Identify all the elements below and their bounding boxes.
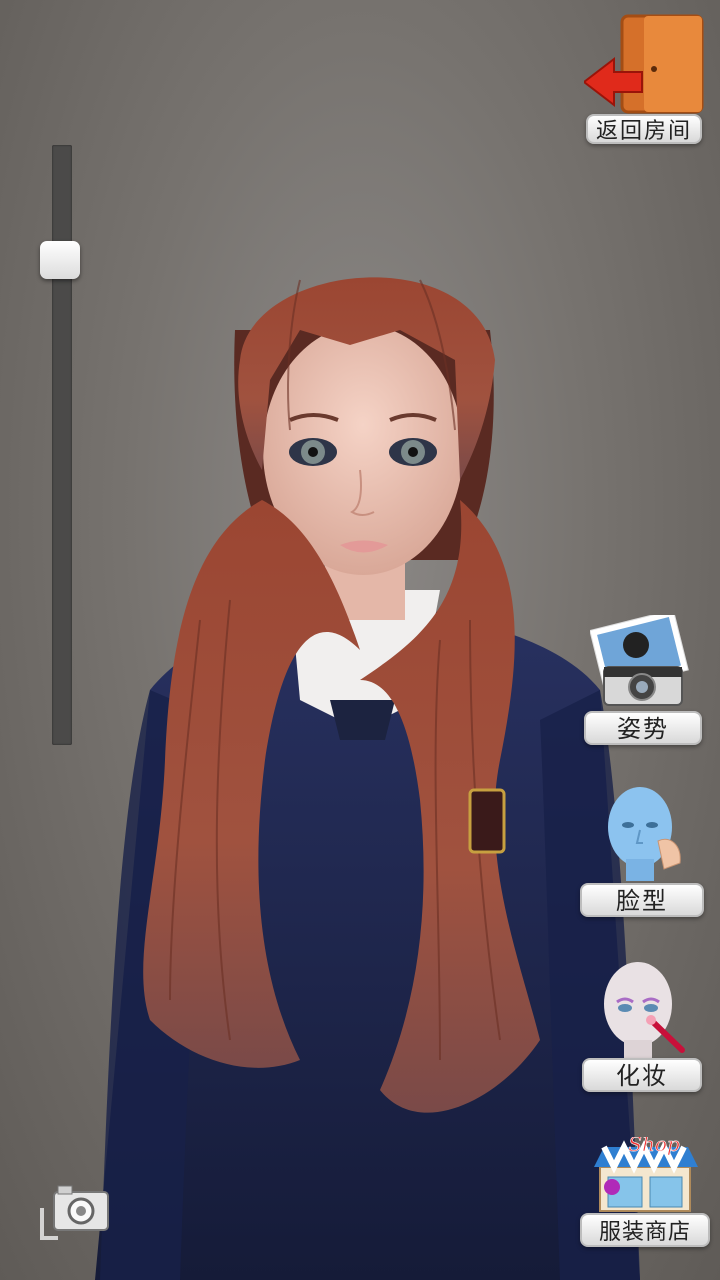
pose-label: 姿势 [584,711,702,745]
makeup-button[interactable]: 化妆 [582,960,704,1092]
makeup-label: 化妆 [582,1058,702,1092]
zoom-slider-thumb[interactable] [40,241,80,279]
clothing-store-button[interactable]: Shop 服装商店 [580,1135,710,1247]
clothing-store-label: 服装商店 [580,1213,710,1247]
back-to-room-button[interactable]: 返回房间 [584,14,704,144]
makeup-brush-icon [604,962,685,1060]
shop-sign: Shop [628,1137,680,1156]
zoom-slider-track[interactable] [40,145,80,745]
face-shape-label: 脸型 [580,883,704,917]
face-shape-button[interactable]: 脸型 [580,785,705,917]
pose-button[interactable]: 姿势 [584,615,704,745]
face-touch-icon [608,787,681,881]
school-badge [468,788,506,854]
back-to-room-label: 返回房间 [586,114,702,144]
screenshot-button[interactable] [40,1180,112,1242]
door-exit-icon [584,14,704,114]
tie [330,700,395,740]
camera-icon [40,1185,109,1240]
shop-storefront-icon: Shop [594,1137,698,1212]
camera-photo-icon [590,615,689,706]
